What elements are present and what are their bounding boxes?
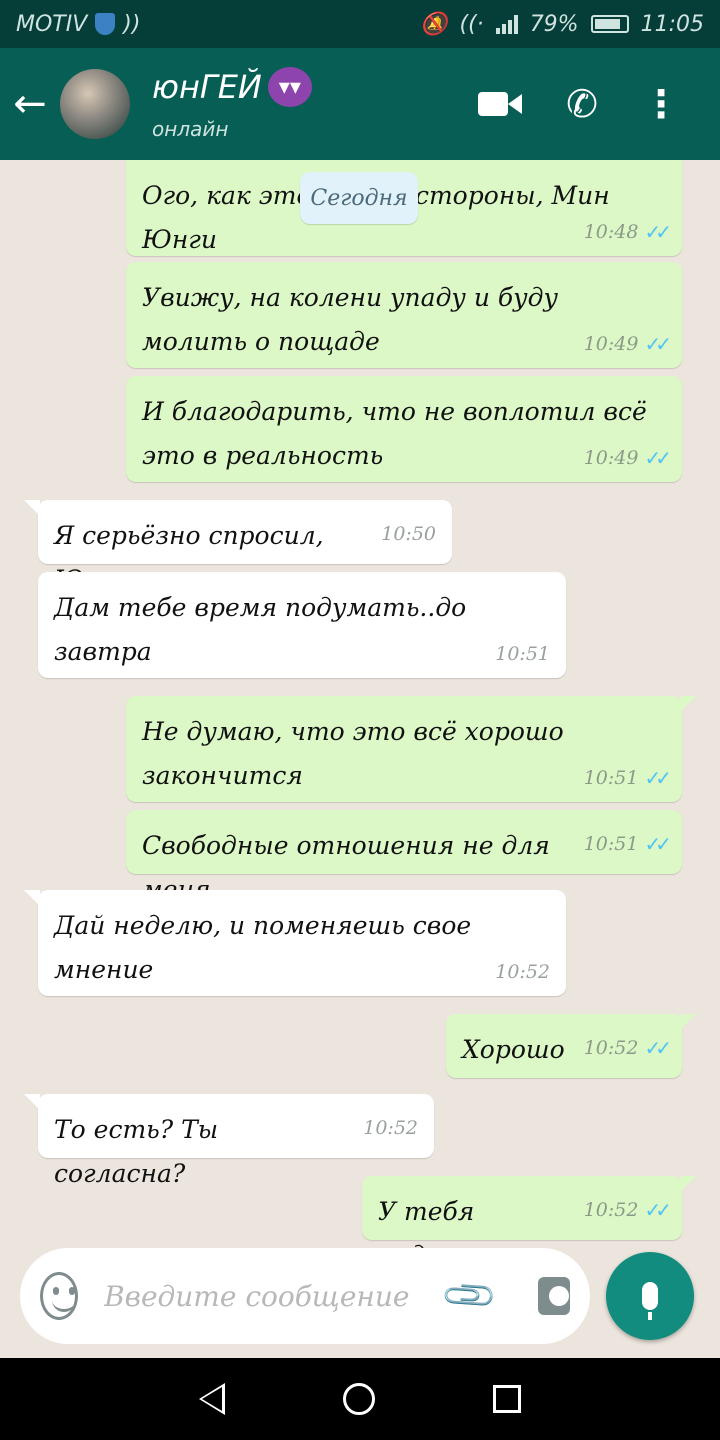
read-ticks-icon: ✓✓ xyxy=(644,832,671,856)
contact-status: онлайн xyxy=(152,117,229,141)
message-text: Не думаю, что это всё хорошо закончится xyxy=(142,717,564,790)
message-composer: 📎 xyxy=(20,1248,590,1344)
read-ticks-icon: ✓✓ xyxy=(644,766,671,790)
message-input[interactable] xyxy=(104,1279,448,1313)
more-vertical-icon[interactable]: ⋮ xyxy=(642,82,680,126)
contact-name: юнГЕЙ xyxy=(152,68,262,106)
wifi-icon: ((· xyxy=(459,11,484,37)
video-call-icon[interactable] xyxy=(478,90,523,118)
nfc-icon: )) xyxy=(123,11,141,37)
clock: 11:05 xyxy=(640,11,704,37)
battery-percent: 79% xyxy=(529,11,579,37)
message-bubble-incoming[interactable]: То есть? Ты согласна? 10:52 xyxy=(24,1094,434,1188)
message-text: Хорошо xyxy=(462,1035,565,1064)
message-bubble-outgoing[interactable]: У тебя неделя 10:52✓✓ xyxy=(362,1176,696,1270)
status-bar: MOTIV )) 🔕 ((· 79% 11:05 xyxy=(0,0,720,48)
message-bubble-incoming[interactable]: Дай неделю, и поменяешь свое мнение 10:5… xyxy=(24,890,566,996)
message-text: То есть? Ты согласна? xyxy=(54,1115,219,1188)
message-text: И благодарить, что не воплотил всё это в… xyxy=(142,397,647,470)
message-list[interactable]: Ого, как это … шей стороны, Мин Юнги 10:… xyxy=(0,160,720,1358)
message-time: 10:51 xyxy=(495,643,550,665)
chat-header: ← юнГЕЙ ▾▾ онлайн ✆ ⋮ xyxy=(0,48,720,160)
message-bubble-incoming[interactable]: Дам тебе время подумать..до завтра 10:51 xyxy=(38,572,566,678)
microphone-icon xyxy=(642,1282,658,1320)
emoji-icon[interactable] xyxy=(40,1272,79,1320)
message-bubble-outgoing[interactable]: Хорошо 10:52 ✓✓ xyxy=(446,1014,696,1078)
camera-icon[interactable] xyxy=(537,1277,570,1315)
message-time: 10:52 xyxy=(583,1199,639,1221)
nav-recents-icon[interactable] xyxy=(493,1385,521,1413)
battery-icon xyxy=(590,15,629,33)
message-bubble-outgoing[interactable]: Не думаю, что это всё хорошо закончится … xyxy=(126,696,696,802)
read-ticks-icon: ✓✓ xyxy=(644,220,671,244)
mute-icon: 🔕 xyxy=(420,11,448,37)
paperclip-icon[interactable]: 📎 xyxy=(439,1265,501,1327)
message-bubble-outgoing[interactable]: Свободные отношения не для меня 10:51✓✓ xyxy=(126,810,682,904)
message-text: Дай неделю, и поменяешь свое мнение xyxy=(54,911,472,984)
message-time: 10:49 xyxy=(583,447,639,469)
message-text: Увижу, на колени упаду и буду молить о п… xyxy=(142,283,559,356)
message-time: 10:52 xyxy=(583,1037,639,1059)
message-time: 10:52 xyxy=(495,961,550,983)
message-text: Дам тебе время подумать..до завтра xyxy=(54,593,467,666)
devil-emoji-icon: ▾▾ xyxy=(267,67,312,107)
message-time: 10:52 xyxy=(363,1117,418,1139)
avatar[interactable] xyxy=(60,69,130,139)
signal-icon xyxy=(495,14,518,34)
message-time: 10:51 xyxy=(583,833,639,855)
read-ticks-icon: ✓✓ xyxy=(644,446,671,470)
message-time: 10:50 xyxy=(381,523,436,545)
read-ticks-icon: ✓✓ xyxy=(644,1198,671,1222)
carrier-label: MOTIV xyxy=(16,11,88,37)
shield-icon xyxy=(95,13,116,35)
message-time: 10:48 xyxy=(583,221,639,243)
read-ticks-icon: ✓✓ xyxy=(644,332,671,356)
phone-icon[interactable]: ✆ xyxy=(566,82,598,126)
message-bubble-outgoing[interactable]: Увижу, на колени упаду и буду молить о п… xyxy=(126,262,682,368)
date-divider: Сегодня xyxy=(300,172,418,224)
arrow-left-icon[interactable]: ← xyxy=(0,48,60,160)
microphone-button[interactable] xyxy=(606,1252,694,1340)
nav-home-icon[interactable] xyxy=(343,1383,375,1415)
message-bubble-outgoing[interactable]: И благодарить, что не воплотил всё это в… xyxy=(126,376,682,482)
contact-info[interactable]: юнГЕЙ ▾▾ онлайн xyxy=(152,67,312,141)
message-time: 10:51 xyxy=(583,767,639,789)
system-navigation-bar xyxy=(0,1358,720,1440)
read-ticks-icon: ✓✓ xyxy=(644,1036,671,1060)
message-time: 10:49 xyxy=(583,333,639,355)
nav-back-icon[interactable] xyxy=(199,1383,225,1415)
message-bubble-incoming[interactable]: Я серьёзно спросил, Юна 10:50 xyxy=(24,500,452,594)
